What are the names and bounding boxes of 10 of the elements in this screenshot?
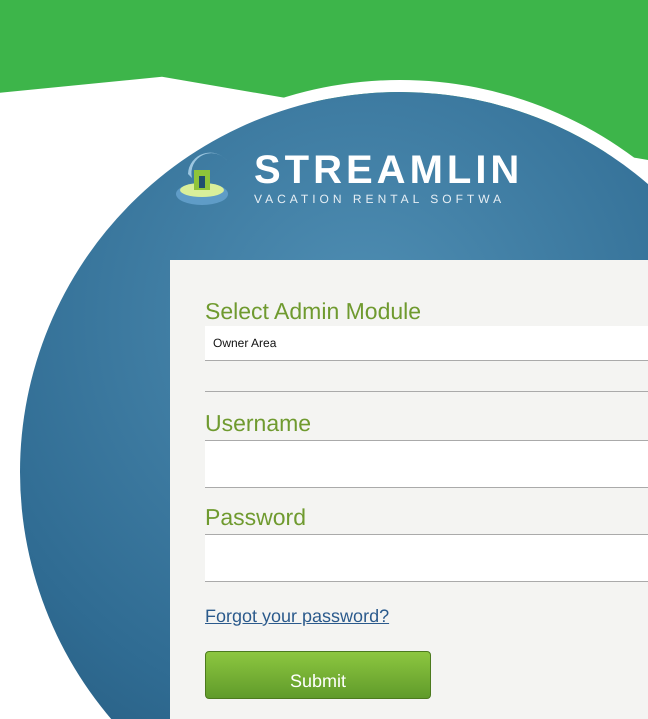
field-label: Username [205, 409, 312, 438]
text-field[interactable] [205, 534, 648, 582]
forgot-password-link[interactable]: Forgot your password? [205, 606, 390, 627]
text-field[interactable] [205, 440, 648, 488]
logo-wordmark: STREAMLIN [254, 148, 524, 192]
module-select[interactable]: Owner Area [205, 326, 648, 361]
field-label: Select Admin Module [205, 297, 422, 326]
select-value: Owner Area [212, 336, 276, 350]
logo-tagline: VACATION RENTAL SOFTWA [254, 192, 506, 206]
field-label: Password [205, 503, 307, 532]
